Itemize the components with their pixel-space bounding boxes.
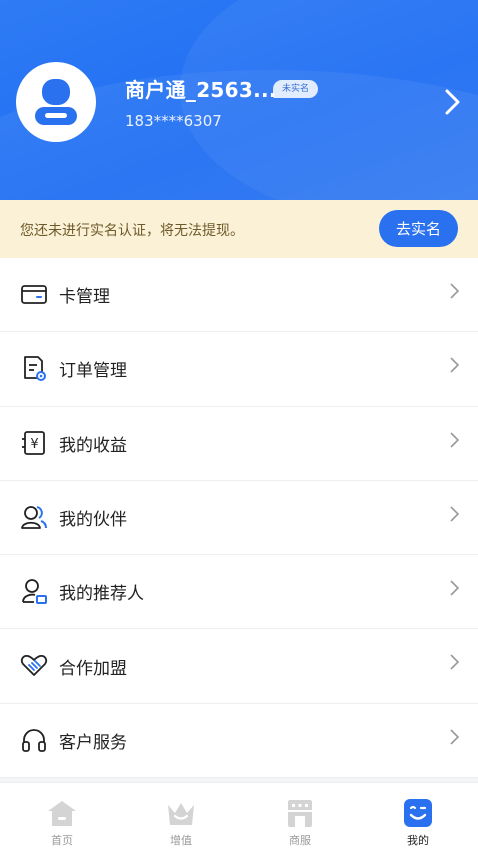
tab-home[interactable]: 首页: [22, 783, 102, 850]
bottom-tab-bar: 首页 增值 商服 我的: [0, 782, 478, 850]
username: 商户通_2563...: [125, 78, 277, 102]
store-icon: [288, 800, 312, 827]
chevron-right-icon: [450, 729, 460, 745]
menu-item-label: 卡管理: [59, 287, 110, 308]
menu-item-customer-service[interactable]: 客户服务: [0, 704, 478, 779]
chevron-right-icon: [450, 432, 460, 448]
chevron-right-icon: [450, 357, 460, 373]
notice-text: 您还未进行实名认证，将无法提现。: [20, 223, 244, 239]
tab-label: 商服: [289, 834, 311, 847]
phone-number: 183****6307: [125, 112, 222, 130]
tab-label: 我的: [407, 834, 429, 847]
tab-label: 增值: [170, 834, 192, 847]
menu-item-label: 我的推荐人: [59, 584, 144, 605]
menu-item-label: 合作加盟: [59, 658, 127, 679]
earnings-icon: ¥: [22, 430, 45, 455]
tab-profile[interactable]: 我的: [378, 783, 458, 850]
home-icon: [48, 801, 76, 826]
chevron-right-icon: [450, 580, 460, 596]
menu-item-card-management[interactable]: 卡管理: [0, 258, 478, 333]
avatar[interactable]: [16, 62, 96, 142]
chevron-right-icon[interactable]: [440, 86, 464, 118]
menu-list: 卡管理 订单管理 ¥ 我的收益 我的伙伴 我的推荐人 合作加盟 客户服务: [0, 258, 478, 779]
chevron-right-icon: [450, 283, 460, 299]
menu-item-my-earnings[interactable]: ¥ 我的收益: [0, 407, 478, 481]
tab-label: 首页: [51, 834, 73, 847]
tab-value-added[interactable]: 增值: [141, 783, 221, 850]
tab-merchant-services[interactable]: 商服: [260, 783, 340, 850]
crown-icon: [168, 803, 194, 825]
menu-item-label: 订单管理: [59, 361, 127, 382]
verify-now-button[interactable]: 去实名: [379, 210, 458, 247]
menu-item-label: 我的收益: [59, 435, 127, 456]
menu-item-my-partners[interactable]: 我的伙伴: [0, 481, 478, 556]
headset-icon: [22, 728, 46, 752]
menu-item-my-referrer[interactable]: 我的推荐人: [0, 555, 478, 630]
profile-icon: [404, 799, 432, 827]
verification-status-badge: 未实名: [273, 80, 319, 98]
svg-text:¥: ¥: [30, 437, 38, 452]
chevron-right-icon: [450, 506, 460, 522]
handshake-icon: [20, 655, 48, 677]
order-icon: [24, 356, 46, 382]
avatar-person-icon: [35, 79, 77, 125]
referrer-icon: [22, 579, 47, 605]
menu-item-label: 我的伙伴: [59, 510, 127, 531]
menu-item-franchise[interactable]: 合作加盟: [0, 629, 478, 704]
chevron-right-icon: [450, 654, 460, 671]
profile-header[interactable]: 商户通_2563... 未实名 183****6307: [0, 0, 478, 200]
menu-item-label: 客户服务: [59, 732, 127, 753]
menu-item-order-management[interactable]: 订单管理: [0, 332, 478, 407]
partners-icon: [21, 505, 47, 529]
card-icon: [21, 285, 47, 304]
